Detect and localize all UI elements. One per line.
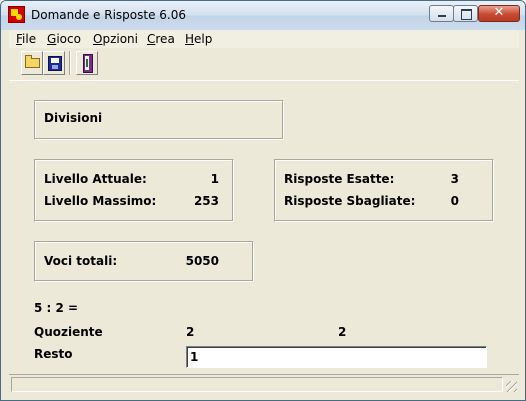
status-bar [9, 374, 519, 394]
close-icon: ✕ [493, 5, 505, 20]
current-level-value: 1 [210, 172, 219, 186]
menu-file-label: ile [22, 32, 37, 46]
menu-bar: File Gioco Opzioni Crea Help [9, 30, 519, 48]
correct-answers-value: 3 [450, 172, 459, 186]
remainder-input-value: 1 [190, 350, 199, 364]
category-panel: Divisioni [34, 100, 284, 140]
menu-help-accel: H [185, 32, 195, 46]
open-button[interactable] [21, 51, 43, 75]
exit-door-icon [83, 54, 93, 73]
answers-panel: Risposte Esatte: 3 Risposte Sbagliate: 0 [274, 159, 494, 222]
client-area: Divisioni Livello Attuale: 1 Livello Mas… [9, 80, 519, 375]
main-window: Domande e Risposte 6.06 ✕ File Gioco Opz… [0, 0, 526, 401]
title-bar[interactable]: Domande e Risposte 6.06 ✕ [1, 1, 525, 30]
window-title: Domande e Risposte 6.06 [31, 8, 186, 22]
toolbar [9, 48, 519, 80]
menu-crea-label: rea [155, 32, 175, 46]
entries-panel: Voci totali: 5050 [34, 241, 254, 282]
status-pane [11, 377, 503, 392]
exit-button[interactable] [76, 51, 98, 75]
menu-help[interactable]: Help [185, 32, 212, 46]
category-name: Divisioni [44, 111, 103, 125]
question-text: 5 : 2 = [34, 301, 79, 315]
wrong-answers-label: Risposte Sbagliate: [284, 194, 416, 208]
quotient-answer: 2 [338, 325, 347, 339]
menu-help-label: elp [194, 32, 213, 46]
menu-gioco-accel: G [47, 32, 57, 46]
wrong-answers-value: 0 [450, 194, 459, 208]
menu-opzioni-label: pzioni [102, 32, 138, 46]
open-folder-icon [25, 55, 40, 68]
quotient-value: 2 [186, 325, 195, 339]
menu-file[interactable]: File [16, 32, 36, 46]
current-level-label: Livello Attuale: [44, 172, 147, 186]
app-icon[interactable] [8, 6, 25, 23]
menu-gioco-label: ioco [56, 32, 81, 46]
minimize-button[interactable] [429, 5, 454, 22]
quotient-label: Quoziente [34, 325, 103, 339]
max-level-label: Livello Massimo: [44, 194, 157, 208]
maximize-icon [461, 9, 472, 20]
remainder-label: Resto [34, 347, 73, 361]
menu-opzioni[interactable]: Opzioni [93, 32, 138, 46]
save-button[interactable] [43, 51, 65, 75]
toolbar-separator [69, 51, 71, 75]
correct-answers-label: Risposte Esatte: [284, 172, 395, 186]
menu-gioco[interactable]: Gioco [47, 32, 81, 46]
total-entries-label: Voci totali: [44, 254, 118, 268]
menu-crea[interactable]: Crea [147, 32, 175, 46]
resize-grip[interactable] [506, 381, 517, 392]
max-level-value: 253 [193, 194, 219, 208]
remainder-input[interactable]: 1 [186, 346, 487, 368]
floppy-save-icon [48, 56, 62, 71]
levels-panel: Livello Attuale: 1 Livello Massimo: 253 [34, 159, 234, 222]
close-button[interactable]: ✕ [478, 5, 520, 22]
maximize-button[interactable] [453, 5, 478, 22]
total-entries-value: 5050 [185, 254, 219, 268]
minimize-icon [438, 15, 446, 17]
